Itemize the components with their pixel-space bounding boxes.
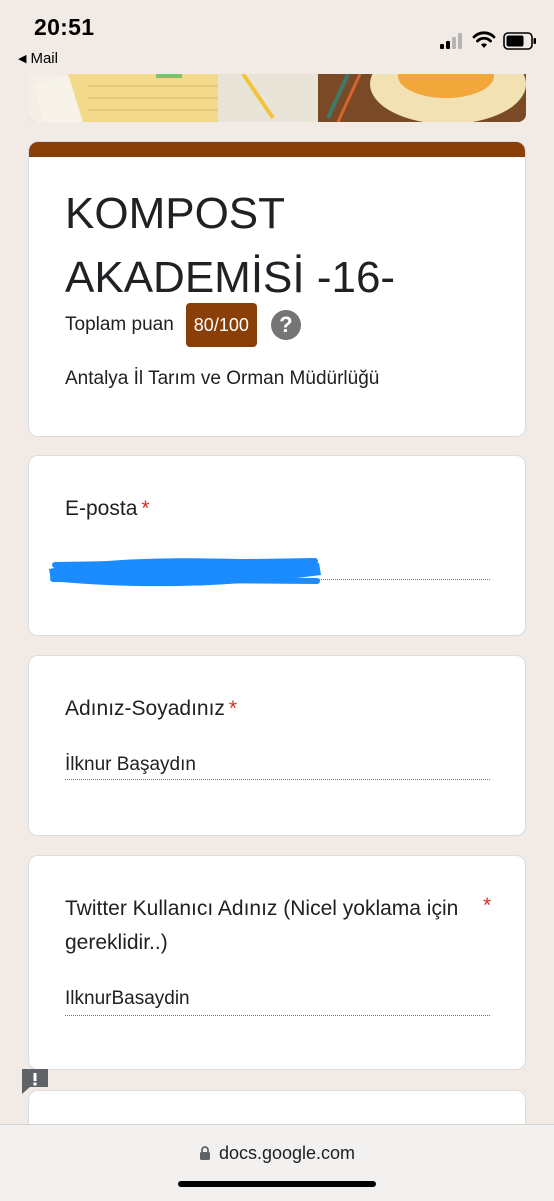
twitter-answer-field[interactable] [65,1015,490,1016]
required-asterisk: * [483,894,492,917]
header-banner-image [28,74,526,122]
feedback-icon[interactable] [20,1067,50,1095]
browser-url-bar[interactable]: docs.google.com [0,1124,554,1201]
form-title: KOMPOST AKADEMİSİ -16- [65,189,396,302]
name-answer-text: İlknur Başaydın [65,754,196,775]
required-asterisk: * [228,697,238,720]
question-label: E-posta * [65,492,150,526]
score-badge: 80/100 [185,303,257,347]
url-text: docs.google.com [218,1143,356,1163]
question-text: E-posta [65,497,138,520]
form-header-card: KOMPOST AKADEMİSİ -16- Toplam puan 80/10… [28,141,526,437]
status-bar: 20:51 ◀ Mail [0,0,554,72]
name-answer-field[interactable] [65,779,490,780]
status-time: 20:51 [34,14,95,40]
question-card-name: Adınız-Soyadınız * İlknur Başaydın [28,655,526,836]
theme-accent-bar [29,142,525,157]
help-icon[interactable]: ? [270,310,301,340]
back-app-label: Mail [30,50,58,67]
signal-icon [440,33,462,49]
score-label: Toplam puan [65,314,174,335]
back-triangle-icon: ◀ [18,53,27,65]
back-to-mail-link[interactable]: ◀ Mail [18,50,58,67]
form-description: Antalya İl Tarım ve Orman Müdürlüğü [65,368,380,389]
wifi-icon [472,31,496,48]
question-card-email: E-posta * [28,455,526,636]
email-answer-field[interactable] [65,579,490,580]
question-card-twitter: Twitter Kullanıcı Adınız (Nicel yoklama … [28,855,526,1070]
url-display[interactable]: docs.google.com [0,1143,554,1164]
required-asterisk: * [141,497,150,520]
battery-icon [503,32,536,50]
question-label: Adınız-Soyadınız * [65,692,237,726]
question-text: Twitter Kullanıcı Adınız (Nicel yoklama … [65,897,459,954]
score-row: Toplam puan 80/100 ? [65,303,301,347]
redaction-scribble [49,558,321,587]
question-text: Adınız-Soyadınız [65,697,225,720]
home-indicator[interactable] [178,1181,376,1187]
lock-icon [199,1146,210,1160]
twitter-answer-text: IlknurBasaydin [65,988,190,1009]
